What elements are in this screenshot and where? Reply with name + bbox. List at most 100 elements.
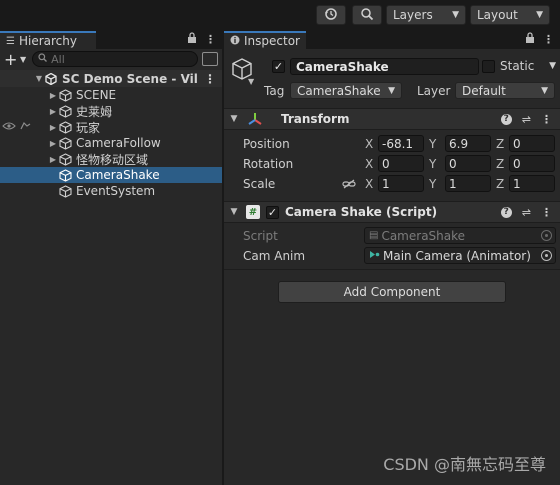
top-toolbar: Layers ▼ Layout ▼ xyxy=(0,0,560,30)
scale-x-field[interactable]: 1 xyxy=(378,175,424,192)
static-toggle[interactable]: Static xyxy=(482,59,534,73)
scene-row[interactable]: ▼ SC Demo Scene - Vil ⋮ xyxy=(0,70,222,87)
more-menu-icon[interactable]: ⋮ xyxy=(204,72,216,86)
component-enabled-checkbox[interactable]: ✓ xyxy=(266,205,279,219)
scale-y-field[interactable]: 1 xyxy=(445,175,491,192)
list-item[interactable]: ▶ 史莱姆 xyxy=(0,103,222,119)
layout-dropdown[interactable]: Layout ▼ xyxy=(470,5,550,25)
script-component-header[interactable]: ▼ # ✓ Camera Shake (Script) ? ⇌ ⋮ xyxy=(224,201,560,223)
rotation-z-field[interactable]: 0 xyxy=(509,155,555,172)
chevron-down-icon: ▼ xyxy=(536,10,543,20)
axis-y-label: Y xyxy=(429,157,437,171)
tab-hierarchy[interactable]: ☰ Hierarchy xyxy=(0,31,96,49)
constrain-proportions-icon[interactable] xyxy=(342,178,356,192)
rotation-y-field[interactable]: 0 xyxy=(445,155,491,172)
chevron-down-icon[interactable]: ▼ xyxy=(549,61,556,71)
inspector-tab-tools: ⋮ xyxy=(525,32,554,46)
unity-logo-icon xyxy=(44,72,58,86)
transform-icon xyxy=(245,112,265,126)
chevron-down-icon[interactable]: ▼ xyxy=(34,74,44,83)
layer-dropdown[interactable]: Default ▼ xyxy=(455,82,555,99)
cam-anim-label: Cam Anim xyxy=(243,249,306,263)
chevron-down-icon[interactable]: ▼ xyxy=(20,55,26,64)
visibility-icon[interactable] xyxy=(2,121,32,134)
active-checkbox[interactable]: ✓ xyxy=(272,60,285,73)
layers-dropdown[interactable]: Layers ▼ xyxy=(386,5,466,25)
help-icon[interactable]: ? xyxy=(500,206,512,218)
search-button[interactable] xyxy=(352,5,382,25)
chevron-right-icon[interactable]: ▶ xyxy=(48,139,58,148)
animator-icon xyxy=(369,249,380,263)
layout-label: Layout xyxy=(477,8,518,22)
history-button[interactable] xyxy=(316,5,346,25)
chevron-down-icon[interactable]: ▼ xyxy=(227,207,241,217)
divider xyxy=(224,269,560,270)
position-y-field[interactable]: 6.9 xyxy=(445,135,491,152)
position-z-field[interactable]: 0 xyxy=(509,135,555,152)
chevron-down-icon: ▼ xyxy=(388,85,395,96)
list-item-label: CameraFollow xyxy=(76,136,161,150)
object-name-field[interactable]: CameraShake xyxy=(290,58,479,75)
help-icon[interactable]: ? xyxy=(500,113,512,125)
gameobject-header: ▼ ✓ CameraShake Static ▼ Tag CameraShake… xyxy=(224,49,560,105)
list-item[interactable]: EventSystem xyxy=(0,183,222,199)
axis-y-label: Y xyxy=(429,137,437,151)
tab-inspector[interactable]: Inspector xyxy=(224,31,306,49)
tag-dropdown[interactable]: CameraShake ▼ xyxy=(290,82,402,99)
cam-anim-field[interactable]: Main Camera (Animator) xyxy=(364,247,556,264)
static-checkbox[interactable] xyxy=(482,59,495,73)
script-value: CameraShake xyxy=(381,228,466,243)
preset-icon[interactable]: ⇌ xyxy=(522,206,531,219)
search-icon xyxy=(360,7,374,24)
scale-label: Scale xyxy=(243,177,276,191)
plus-icon[interactable]: + xyxy=(4,50,18,69)
list-item[interactable]: ▶ SCENE xyxy=(0,87,222,103)
axis-x-label: X xyxy=(365,157,374,171)
object-picker-icon[interactable] xyxy=(541,250,552,261)
chevron-right-icon[interactable]: ▶ xyxy=(48,155,58,164)
list-item-label: SCENE xyxy=(76,88,117,102)
chevron-right-icon[interactable]: ▶ xyxy=(48,123,58,132)
watermark: CSDN @南無忘码至尊 xyxy=(383,455,546,474)
lock-icon[interactable] xyxy=(525,32,535,46)
static-label: Static xyxy=(500,59,535,73)
list-item-selected[interactable]: CameraShake xyxy=(0,167,222,183)
search-placeholder: All xyxy=(51,52,65,66)
scene-name: SC Demo Scene - Vil xyxy=(62,71,198,86)
gameobject-icon xyxy=(58,136,72,150)
tab-inspector-label: Inspector xyxy=(244,34,300,48)
hierarchy-toolbar: + ▼ All xyxy=(0,49,222,69)
list-item[interactable]: ▶ 玩家 xyxy=(0,119,222,135)
more-menu-icon[interactable]: ⋮ xyxy=(543,33,554,46)
component-tools: ? ⇌ ⋮ xyxy=(500,206,552,219)
gameobject-icon xyxy=(58,152,72,166)
preset-icon[interactable]: ⇌ xyxy=(522,113,531,126)
tab-hierarchy-label: Hierarchy xyxy=(18,34,77,48)
search-input[interactable]: All xyxy=(32,51,198,67)
add-component-button[interactable]: Add Component xyxy=(278,281,506,303)
axis-x-label: X xyxy=(365,137,374,151)
layer-value: Default xyxy=(462,83,506,98)
lock-icon[interactable] xyxy=(187,32,197,46)
rotation-x-field[interactable]: 0 xyxy=(378,155,424,172)
chevron-right-icon[interactable]: ▶ xyxy=(48,107,58,116)
search-icon xyxy=(38,53,48,65)
chevron-down-icon: ▼ xyxy=(541,85,548,96)
scale-z-field[interactable]: 1 xyxy=(509,175,555,192)
object-picker-icon xyxy=(541,230,552,241)
more-menu-icon[interactable]: ⋮ xyxy=(541,113,552,126)
hierarchy-tree: ▼ SC Demo Scene - Vil ⋮ ▶ SCENE ▶ 史莱姆 ▶ … xyxy=(0,70,222,199)
chevron-down-icon[interactable]: ▼ xyxy=(227,114,241,124)
chevron-right-icon[interactable]: ▶ xyxy=(48,91,58,100)
more-menu-icon[interactable]: ⋮ xyxy=(205,33,216,46)
script-field: ▤ CameraShake xyxy=(364,227,556,244)
chevron-down-icon[interactable]: ▼ xyxy=(248,77,254,86)
more-menu-icon[interactable]: ⋮ xyxy=(541,206,552,219)
list-item[interactable]: ▶ CameraFollow xyxy=(0,135,222,151)
position-x-field[interactable]: -68.1 xyxy=(378,135,424,152)
script-file-icon: ▤ xyxy=(369,230,379,241)
search-by-type-icon[interactable] xyxy=(202,52,218,66)
gameobject-icon xyxy=(58,88,72,102)
list-item[interactable]: ▶ 怪物移动区域 xyxy=(0,151,222,167)
transform-header[interactable]: ▼ Transform ? ⇌ ⋮ xyxy=(224,108,560,130)
